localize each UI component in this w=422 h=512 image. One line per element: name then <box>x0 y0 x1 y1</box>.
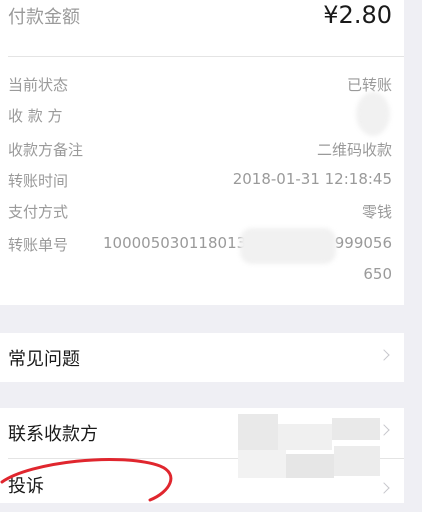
method-label: 支付方式 <box>8 203 69 221</box>
redaction-mosaic <box>332 418 380 440</box>
redaction-mosaic <box>286 454 334 478</box>
remark-label: 收款方备注 <box>8 141 84 159</box>
method-value: 零钱 <box>361 203 392 221</box>
amount-label: 付款金额 <box>8 7 80 28</box>
detail-row-transaction-id: 转账单号 1000050301180131 999056 650 <box>0 231 404 293</box>
remark-value: 二维码收款 <box>316 141 392 159</box>
chevron-right-icon <box>378 424 390 436</box>
redaction-mosaic <box>334 446 380 476</box>
transaction-id-label: 转账单号 <box>8 236 69 254</box>
detail-row-remark: 收款方备注 二维码收款 <box>0 136 404 164</box>
red-annotation-circle <box>0 457 173 502</box>
redaction-blur <box>356 92 390 136</box>
status-label: 当前状态 <box>8 76 69 94</box>
redaction-mosaic <box>238 450 286 478</box>
redaction-mosaic <box>238 414 278 450</box>
time-label: 转账时间 <box>8 172 69 190</box>
transfer-detail-card: 付款金额 ¥2.80 当前状态 已转账 收 款 方 张 收款方备注 二维码收款 … <box>0 0 404 305</box>
chevron-right-icon <box>378 349 390 361</box>
amount-row: 付款金额 ¥2.80 <box>0 0 404 50</box>
detail-row-time: 转账时间 2018-01-31 12:18:45 <box>0 167 404 195</box>
detail-row-status: 当前状态 已转账 <box>0 71 404 99</box>
transaction-id-value: 1000050301180131 <box>103 234 256 252</box>
faq-item[interactable]: 常见问题 <box>0 333 404 383</box>
redaction-blur <box>240 228 336 264</box>
divider <box>8 56 404 57</box>
redaction-mosaic <box>278 424 332 450</box>
contact-payee-label: 联系收款方 <box>8 424 98 445</box>
detail-row-method: 支付方式 零钱 <box>0 198 404 226</box>
transaction-id-tail: 999056 <box>334 234 392 252</box>
amount-value: ¥2.80 <box>323 1 392 29</box>
chevron-right-icon <box>378 482 390 494</box>
transaction-id-line2: 650 <box>363 265 392 283</box>
detail-row-payee: 收 款 方 张 <box>0 102 404 130</box>
faq-label: 常见问题 <box>8 349 80 370</box>
time-value: 2018-01-31 12:18:45 <box>232 170 392 188</box>
payee-label: 收 款 方 <box>8 107 63 125</box>
faq-group: 常见问题 <box>0 333 404 382</box>
